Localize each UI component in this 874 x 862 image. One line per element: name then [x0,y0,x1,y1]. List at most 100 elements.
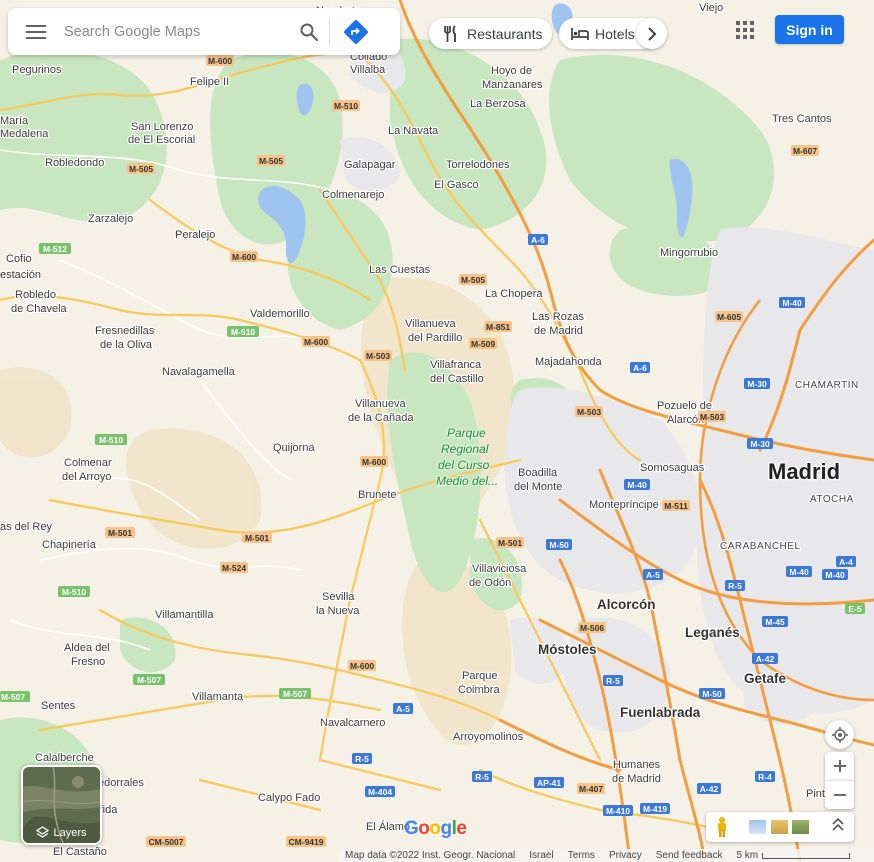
svg-text:A-42: A-42 [756,654,775,664]
svg-text:Villamantilla: Villamantilla [155,609,214,621]
svg-text:M-505: M-505 [129,164,153,174]
bed-icon [571,27,589,40]
svg-text:Fresno: Fresno [71,656,105,668]
traffic-thumbnail[interactable] [771,820,788,834]
pegman-button[interactable] [714,816,734,838]
svg-text:Regional: Regional [441,442,489,456]
svg-text:Navalagamella: Navalagamella [162,366,236,378]
send-feedback-link[interactable]: Send feedback [649,850,730,861]
svg-text:M-600: M-600 [232,252,256,262]
chevron-right-icon [647,26,656,41]
chip-restaurants-label: Restaurants [467,25,543,42]
svg-text:Chapinería: Chapinería [42,539,97,551]
svg-text:edorrales: edorrales [98,777,144,789]
svg-text:Colmenarejo: Colmenarejo [322,189,384,201]
scale-line [762,852,851,859]
svg-text:Quijorna: Quijorna [273,442,315,454]
menu-button[interactable] [8,8,64,55]
svg-text:Brunete: Brunete [358,489,397,501]
svg-text:de la Oliva: de la Oliva [100,339,153,351]
svg-text:M-505: M-505 [461,275,485,285]
svg-text:del Arroyo: del Arroyo [62,471,112,483]
svg-text:Felipe II: Felipe II [190,76,229,88]
svg-text:Madrid: Madrid [768,459,840,484]
svg-text:M-30: M-30 [750,439,770,449]
svg-text:Cofio: Cofio [6,253,32,265]
svg-text:María: María [0,115,29,127]
privacy-link[interactable]: Privacy [602,850,649,861]
zoom-in-button[interactable] [825,752,854,780]
svg-text:Viejo: Viejo [699,2,723,14]
svg-text:Pegurinos: Pegurinos [12,64,62,76]
layers-button[interactable]: Layers [21,765,102,845]
svg-text:Sentes: Sentes [41,700,76,712]
svg-text:Robledo: Robledo [15,289,56,301]
svg-text:A-5: A-5 [646,570,660,580]
directions-button[interactable] [330,8,382,55]
svg-text:M-45: M-45 [765,617,785,627]
chip-restaurants[interactable]: Restaurants [429,18,552,49]
svg-text:del Pardillo: del Pardillo [408,332,462,344]
svg-text:A-6: A-6 [633,363,647,373]
expand-button[interactable] [832,817,848,836]
svg-text:Sevilla: Sevilla [322,591,355,603]
google-apps-button[interactable] [732,17,758,43]
svg-text:del Castillo: del Castillo [430,373,484,385]
svg-text:Majadahonda: Majadahonda [535,356,603,368]
svg-text:AP-41: AP-41 [537,778,561,788]
svg-text:Villafranca: Villafranca [430,359,482,371]
svg-text:M-410: M-410 [606,806,630,816]
svg-text:M-600: M-600 [208,56,232,66]
svg-text:San Lorenzo: San Lorenzo [131,121,193,133]
search-input[interactable] [64,23,289,40]
svg-text:M-509: M-509 [471,339,495,349]
svg-text:M-510: M-510 [99,435,123,445]
svg-text:M-40: M-40 [782,298,802,308]
scale-bar[interactable]: 5 km [729,850,851,861]
map-data-attribution: Map data ©2022 Inst. Geogr. Nacional [345,850,516,861]
svg-text:la Nueva: la Nueva [316,605,360,617]
search-box [8,8,400,55]
svg-text:Hoyo de: Hoyo de [491,65,532,77]
layers-icon [36,826,50,838]
svg-text:del Curso: del Curso [438,458,490,472]
terms-link[interactable]: Terms [561,850,602,861]
svg-text:El Gasco: El Gasco [434,179,479,191]
region-link[interactable]: Israel [522,850,560,861]
hamburger-menu-icon [26,24,46,39]
chips-next-button[interactable] [636,18,667,49]
map-canvas[interactable]: Alpedrete Viejo Pegurinos Felipe II Coll… [0,0,874,862]
zoom-out-button[interactable] [825,780,854,809]
satellite-small-thumbnail[interactable] [792,820,809,834]
svg-text:M-30: M-30 [747,379,767,389]
sign-in-button[interactable]: Sign in [775,15,844,44]
svg-text:Medio del...: Medio del... [436,474,498,488]
svg-text:M-600: M-600 [362,457,386,467]
my-location-button[interactable] [825,720,854,749]
svg-text:ATOCHA: ATOCHA [810,494,854,505]
svg-text:R-5: R-5 [355,754,369,764]
svg-text:CM-5007: CM-5007 [149,837,184,847]
svg-text:M-40: M-40 [627,480,647,490]
svg-text:M-510: M-510 [334,101,358,111]
svg-text:R-5: R-5 [475,772,489,782]
svg-text:M-605: M-605 [717,312,741,322]
terrain-thumbnail[interactable] [749,820,766,834]
svg-text:Manzanares: Manzanares [482,79,543,91]
svg-text:Humanes: Humanes [613,759,661,771]
svg-text:CARABANCHEL: CARABANCHEL [720,541,801,552]
svg-text:M-851: M-851 [486,322,510,332]
svg-text:as del Rey: as del Rey [0,521,52,533]
svg-text:Las Rozas: Las Rozas [532,311,584,323]
svg-text:M-503: M-503 [577,407,601,417]
svg-text:M-40: M-40 [825,570,845,580]
search-button[interactable] [289,8,329,55]
svg-text:Fresnedillas: Fresnedillas [95,325,155,337]
svg-text:La Chopera: La Chopera [485,288,543,300]
svg-text:del Monte: del Monte [514,481,562,493]
svg-text:M-506: M-506 [580,623,604,633]
svg-text:M-503: M-503 [700,412,724,422]
svg-text:M-510: M-510 [62,587,86,597]
svg-text:Valdemorillo: Valdemorillo [250,308,310,320]
svg-text:M-607: M-607 [793,146,817,156]
